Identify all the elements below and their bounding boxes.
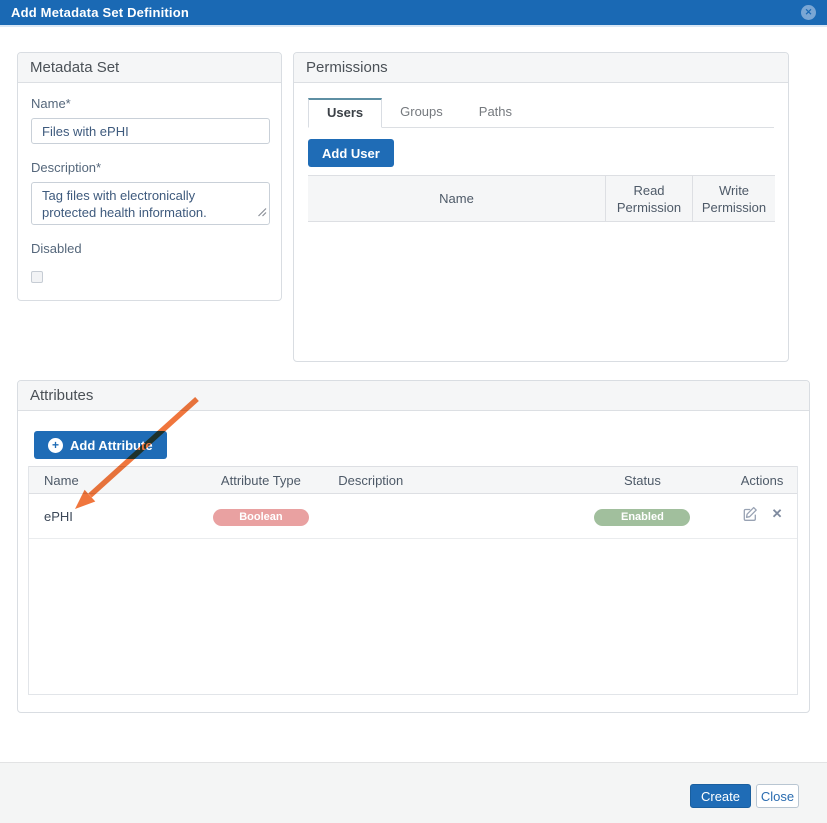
column-header-description: Description	[328, 473, 557, 488]
attributes-panel: Attributes + Add Attribute Name Attribut…	[17, 380, 810, 713]
description-textarea[interactable]: Tag files with electronically protected …	[31, 182, 270, 225]
tab-groups[interactable]: Groups	[382, 97, 461, 127]
plus-circle-icon: +	[48, 438, 63, 453]
column-header-write-permission: Write Permission	[692, 176, 775, 221]
permissions-table-header: Name Read Permission Write Permission	[308, 175, 775, 222]
create-button[interactable]: Create	[690, 784, 751, 808]
add-attribute-label: Add Attribute	[70, 438, 153, 453]
column-header-name: Name	[308, 176, 605, 221]
permissions-panel: Permissions Users Groups Paths Add User …	[293, 52, 789, 362]
permissions-panel-title: Permissions	[294, 53, 788, 83]
status-badge: Enabled	[594, 509, 690, 526]
disabled-label: Disabled	[31, 241, 268, 256]
attributes-panel-title: Attributes	[18, 381, 809, 411]
resize-handle-icon[interactable]	[257, 204, 267, 222]
attribute-type-badge: Boolean	[213, 509, 309, 526]
tab-users[interactable]: Users	[308, 98, 382, 128]
column-header-attribute-type: Attribute Type	[194, 473, 329, 488]
modal-header: Add Metadata Set Definition ✕	[0, 0, 827, 27]
attributes-table-empty-area	[29, 539, 797, 694]
column-header-name: Name	[29, 473, 194, 488]
attribute-name: ePHI	[29, 509, 194, 524]
delete-x-icon[interactable]: ✕	[772, 506, 783, 522]
edit-icon[interactable]	[742, 506, 758, 522]
tab-paths[interactable]: Paths	[461, 97, 530, 127]
metadata-set-panel: Metadata Set Name* Description* Tag file…	[17, 52, 282, 301]
add-attribute-button[interactable]: + Add Attribute	[34, 431, 167, 459]
metadata-set-panel-title: Metadata Set	[18, 53, 281, 83]
column-header-status: Status	[558, 473, 728, 488]
attributes-table-header: Name Attribute Type Description Status A…	[29, 466, 797, 494]
permissions-tab-bar: Users Groups Paths	[308, 97, 774, 128]
circle-x-icon[interactable]: ✕	[801, 5, 816, 20]
add-user-button[interactable]: Add User	[308, 139, 394, 167]
name-label: Name*	[31, 96, 268, 111]
name-input[interactable]	[31, 118, 270, 144]
column-header-read-permission: Read Permission	[605, 176, 692, 221]
close-button[interactable]: Close	[756, 784, 799, 808]
table-row: ePHI Boolean Enabled	[29, 494, 797, 539]
column-header-actions: Actions	[727, 473, 797, 488]
modal-title: Add Metadata Set Definition	[11, 5, 189, 20]
description-label: Description*	[31, 160, 268, 175]
disabled-checkbox[interactable]	[31, 271, 43, 283]
attributes-table: Name Attribute Type Description Status A…	[28, 466, 798, 695]
